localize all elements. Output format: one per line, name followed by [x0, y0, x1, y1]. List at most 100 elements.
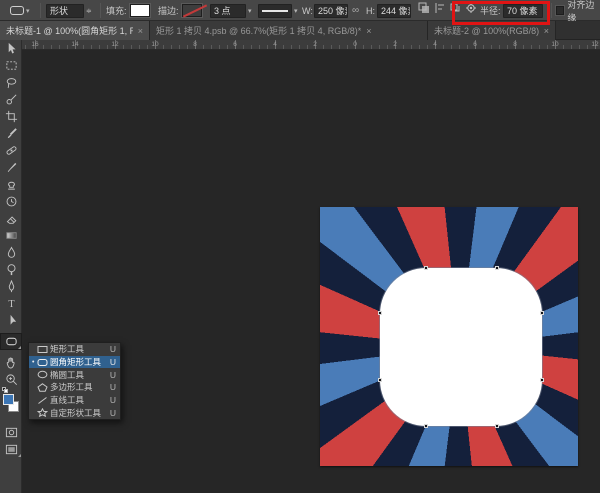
- rounded-rectangle-tool-icon: [5, 335, 18, 348]
- path-operations-icon: [418, 2, 430, 14]
- shape-width-value: 250 像素: [314, 4, 348, 18]
- tool-pen[interactable]: [0, 278, 22, 295]
- width-label: W:: [302, 0, 313, 21]
- tool-gradient[interactable]: [0, 227, 22, 244]
- flyout-indicator-icon: [18, 454, 21, 457]
- path-operations-button[interactable]: [416, 0, 432, 16]
- tool-quick-selection[interactable]: [0, 91, 22, 108]
- tab-close-icon[interactable]: ×: [544, 26, 549, 36]
- shape-width-field[interactable]: 250 像素: [314, 0, 348, 21]
- document-tab-2[interactable]: 矩形 1 拷贝 4.psb @ 66.7%(矩形 1 拷贝 4, RGB/8)*…: [150, 21, 428, 40]
- path-anchor-point[interactable]: [540, 378, 544, 382]
- zoom-tool-icon: [5, 373, 18, 386]
- path-anchor-point[interactable]: [495, 266, 499, 270]
- shortcut-key: U: [110, 370, 116, 380]
- custom-shape-icon: [37, 408, 50, 417]
- stroke-color-swatch[interactable]: [182, 0, 202, 21]
- menu-item-polygon-tool[interactable]: 多边形工具 U: [29, 381, 120, 394]
- tool-type[interactable]: T: [0, 295, 22, 312]
- shortcut-key: U: [110, 344, 116, 354]
- shape-tool-flyout-menu: 矩形工具 U • 圆角矩形工具 U 椭圆工具 U 多边形工具 U: [28, 342, 121, 420]
- chevron-down-icon: ▾: [26, 7, 30, 15]
- shortcut-key: U: [110, 395, 116, 405]
- horizontal-ruler[interactable]: 16 14 12 10 8 6 4 2 0 2 4 6 8 10 12: [22, 40, 600, 50]
- rectangular-marquee-icon: [5, 59, 18, 72]
- tool-mode-select[interactable]: 形状 ≑: [46, 0, 92, 21]
- tool-marquee[interactable]: [0, 57, 22, 74]
- tool-zoom[interactable]: [0, 371, 22, 388]
- tool-path-selection[interactable]: [0, 312, 22, 329]
- menu-item-custom-shape-tool[interactable]: 自定形状工具 U: [29, 406, 120, 419]
- stroke-width-field[interactable]: 3 点 ▾: [210, 0, 252, 21]
- path-anchor-point[interactable]: [495, 424, 499, 428]
- path-anchor-point[interactable]: [378, 378, 382, 382]
- tool-spot-healing[interactable]: [0, 142, 22, 159]
- rounded-rect-preset-icon: [10, 6, 24, 15]
- canvas-workspace[interactable]: [22, 50, 600, 493]
- document-tab-1[interactable]: 未标题-1 @ 100%(圆角矩形 1, RGB/8)* ×: [0, 21, 150, 40]
- pen-tool-icon: [5, 280, 18, 293]
- tool-hand[interactable]: [0, 354, 22, 371]
- tool-eraser[interactable]: [0, 210, 22, 227]
- shortcut-key: U: [110, 357, 116, 367]
- fill-color-swatch[interactable]: [130, 0, 150, 21]
- photoshop-window: ▾ 形状 ≑ 填充: 描边: 3 点 ▾ ▾ W: 250 像素: [0, 0, 600, 493]
- path-anchor-point[interactable]: [540, 311, 544, 315]
- chevron-down-icon: ▾: [248, 7, 252, 15]
- separator: [40, 3, 41, 18]
- tab-close-icon[interactable]: ×: [366, 26, 371, 36]
- tool-brush[interactable]: [0, 159, 22, 176]
- path-alignment-button[interactable]: [432, 0, 448, 16]
- foreground-color-swatch[interactable]: [3, 394, 14, 405]
- chevron-down-icon: ▾: [294, 7, 298, 15]
- screen-mode-icon: [5, 443, 18, 456]
- eraser-tool-icon: [5, 212, 18, 225]
- tool-preset-picker[interactable]: ▾: [10, 0, 30, 21]
- gradient-tool-icon: [5, 229, 18, 242]
- menu-item-rounded-rectangle-tool[interactable]: • 圆角矩形工具 U: [29, 356, 120, 369]
- checkbox-icon: [556, 6, 564, 15]
- line-icon: [37, 396, 50, 405]
- link-dimensions-icon[interactable]: ∞: [352, 0, 359, 21]
- path-anchor-point[interactable]: [378, 311, 382, 315]
- tool-lasso[interactable]: [0, 74, 22, 91]
- stroke-style-select[interactable]: ▾: [258, 0, 298, 21]
- starburst-artwork[interactable]: [320, 207, 578, 466]
- path-alignment-icon: [434, 2, 446, 14]
- eyedropper-icon: [5, 127, 18, 140]
- path-anchor-point[interactable]: [424, 266, 428, 270]
- tool-eyedropper[interactable]: [0, 125, 22, 142]
- shortcut-key: U: [110, 408, 116, 418]
- tool-clone-stamp[interactable]: [0, 176, 22, 193]
- tool-history-brush[interactable]: [0, 193, 22, 210]
- separator: [551, 3, 552, 18]
- tool-mode-value: 形状: [46, 4, 84, 18]
- stroke-style-sample: [258, 4, 292, 18]
- tools-panel: T: [0, 40, 22, 493]
- fill-swatch-white: [130, 4, 150, 17]
- rounded-rectangle-shape[interactable]: [380, 268, 542, 426]
- tool-move[interactable]: [0, 40, 22, 57]
- stroke-width-value: 3 点: [210, 4, 246, 18]
- quick-selection-icon: [5, 93, 18, 106]
- rectangle-icon: [37, 345, 50, 354]
- align-edges-label: 对齐边缘: [567, 0, 600, 24]
- menu-item-line-tool[interactable]: 直线工具 U: [29, 394, 120, 407]
- tool-blur[interactable]: [0, 244, 22, 261]
- path-anchor-point[interactable]: [424, 424, 428, 428]
- separator: [100, 3, 101, 18]
- healing-brush-icon: [5, 144, 18, 157]
- flyout-indicator-icon: [18, 346, 21, 349]
- screen-mode-button[interactable]: [0, 441, 22, 458]
- menu-item-rectangle-tool[interactable]: 矩形工具 U: [29, 343, 120, 356]
- tool-shape[interactable]: [0, 333, 22, 350]
- tab-close-icon[interactable]: ×: [138, 26, 143, 36]
- tool-crop[interactable]: [0, 108, 22, 125]
- tool-dodge[interactable]: [0, 261, 22, 278]
- quick-mask-button[interactable]: [0, 424, 22, 441]
- shape-height-field[interactable]: 244 像素: [377, 0, 411, 21]
- default-colors-icon[interactable]: [2, 387, 9, 393]
- quick-mask-icon: [5, 426, 18, 439]
- menu-item-ellipse-tool[interactable]: 椭圆工具 U: [29, 368, 120, 381]
- align-edges-checkbox[interactable]: 对齐边缘: [556, 0, 600, 21]
